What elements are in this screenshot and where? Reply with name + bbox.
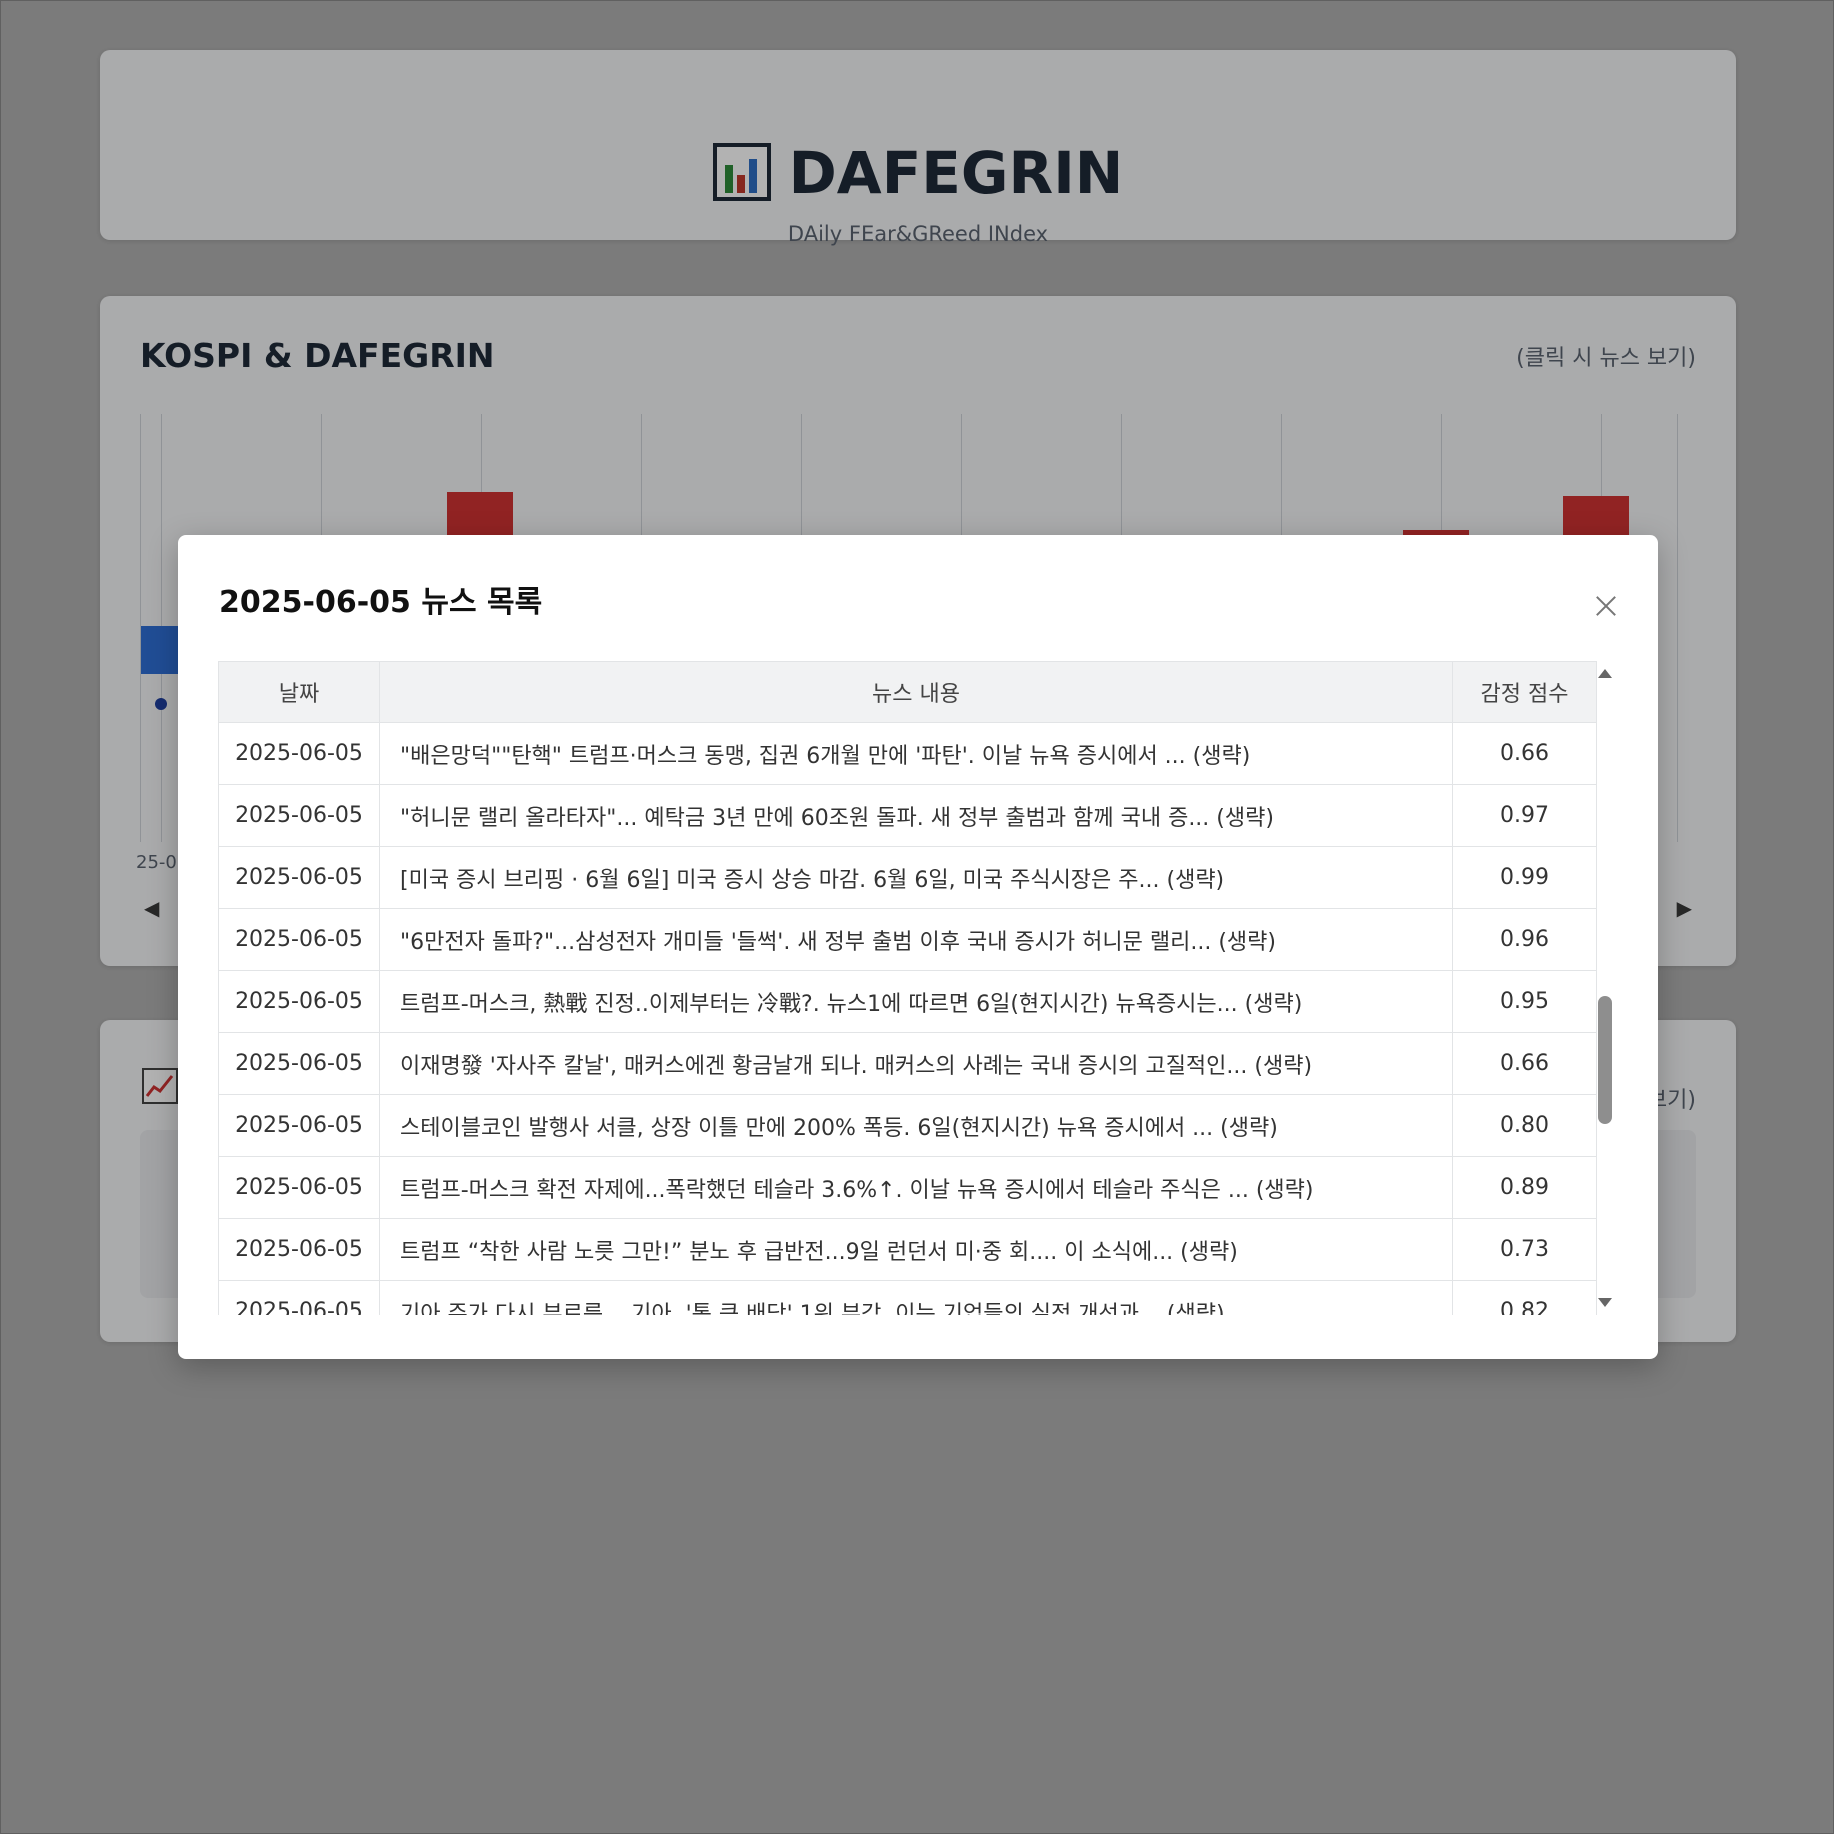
close-icon[interactable] [1591,591,1621,621]
table-header-row: 날짜 뉴스 내용 감정 점수 [218,661,1597,723]
table-row[interactable]: 2025-06-05 이재명發 '자사주 칼날', 매커스에겐 황금날개 되나.… [218,1032,1597,1095]
row-date: 2025-06-05 [218,846,380,909]
row-date: 2025-06-05 [218,1156,380,1219]
news-table-container[interactable]: 날짜 뉴스 내용 감정 점수 2025-06-05 "배은망덕""탄핵" 트럼프… [218,661,1626,1315]
table-row[interactable]: 2025-06-05 "허니문 랠리 올라타자"... 예탁금 3년 만에 60… [218,784,1597,847]
scroll-up-arrow-icon[interactable] [1598,669,1612,678]
row-news[interactable]: 트럼프-머스크 확전 자제에...폭락했던 테슬라 3.6%↑. 이날 뉴욕 증… [379,1156,1453,1219]
row-news[interactable]: [미국 증시 브리핑 · 6월 6일] 미국 증시 상승 마감. 6월 6일, … [379,846,1453,909]
row-score: 0.73 [1452,1218,1597,1281]
row-news[interactable]: 트럼프 “착한 사람 노릇 그만!” 분노 후 급반전...9일 런던서 미·중… [379,1218,1453,1281]
table-row[interactable]: 2025-06-05 [미국 증시 브리핑 · 6월 6일] 미국 증시 상승 … [218,846,1597,909]
row-date: 2025-06-05 [218,1094,380,1157]
modal-title: 2025-06-05 뉴스 목록 [219,585,543,620]
row-score: 0.80 [1452,1094,1597,1157]
table-scrollbar[interactable] [1596,661,1614,1315]
table-row[interactable]: 2025-06-05 "6만전자 돌파?"...삼성전자 개미들 '들썩'. 새… [218,908,1597,971]
row-news[interactable]: 스테이블코인 발행사 서클, 상장 이틀 만에 200% 폭등. 6일(현지시간… [379,1094,1453,1157]
row-score: 0.96 [1452,908,1597,971]
row-score: 0.95 [1452,970,1597,1033]
row-score: 0.66 [1452,722,1597,785]
table-row[interactable]: 2025-06-05 트럼프-머스크, 熱戰 진정..이제부터는 冷戰?. 뉴스… [218,970,1597,1033]
row-date: 2025-06-05 [218,784,380,847]
table-row[interactable]: 2025-06-05 스테이블코인 발행사 서클, 상장 이틀 만에 200% … [218,1094,1597,1157]
row-date: 2025-06-05 [218,1032,380,1095]
row-news[interactable]: "6만전자 돌파?"...삼성전자 개미들 '들썩'. 새 정부 출범 이후 국… [379,908,1453,971]
column-header-news: 뉴스 내용 [379,661,1453,723]
row-news[interactable]: 기아 주가 다시 부르릉... 기아, '통 큰 배당' 1위 부각. 이는 기… [379,1280,1453,1315]
row-date: 2025-06-05 [218,1218,380,1281]
table-row[interactable]: 2025-06-05 "배은망덕""탄핵" 트럼프·머스크 동맹, 집권 6개월… [218,722,1597,785]
table-row[interactable]: 2025-06-05 트럼프-머스크 확전 자제에...폭락했던 테슬라 3.6… [218,1156,1597,1219]
row-score: 0.82 [1452,1280,1597,1315]
news-table: 날짜 뉴스 내용 감정 점수 2025-06-05 "배은망덕""탄핵" 트럼프… [218,661,1597,1315]
row-score: 0.66 [1452,1032,1597,1095]
row-date: 2025-06-05 [218,908,380,971]
news-modal: 2025-06-05 뉴스 목록 날짜 뉴스 내용 감정 점수 2025-06-… [178,535,1658,1359]
row-date: 2025-06-05 [218,722,380,785]
row-news[interactable]: "배은망덕""탄핵" 트럼프·머스크 동맹, 집권 6개월 만에 '파탄'. 이… [379,722,1453,785]
row-score: 0.89 [1452,1156,1597,1219]
row-score: 0.99 [1452,846,1597,909]
column-header-date: 날짜 [218,661,380,723]
row-news[interactable]: 트럼프-머스크, 熱戰 진정..이제부터는 冷戰?. 뉴스1에 따르면 6일(현… [379,970,1453,1033]
scroll-thumb[interactable] [1598,996,1612,1124]
table-row[interactable]: 2025-06-05 트럼프 “착한 사람 노릇 그만!” 분노 후 급반전..… [218,1218,1597,1281]
row-date: 2025-06-05 [218,1280,380,1315]
row-news[interactable]: 이재명發 '자사주 칼날', 매커스에겐 황금날개 되나. 매커스의 사례는 국… [379,1032,1453,1095]
table-row[interactable]: 2025-06-05 기아 주가 다시 부르릉... 기아, '통 큰 배당' … [218,1280,1597,1315]
column-header-score: 감정 점수 [1452,661,1597,723]
row-score: 0.97 [1452,784,1597,847]
row-news[interactable]: "허니문 랠리 올라타자"... 예탁금 3년 만에 60조원 돌파. 새 정부… [379,784,1453,847]
scroll-down-arrow-icon[interactable] [1598,1298,1612,1307]
row-date: 2025-06-05 [218,970,380,1033]
